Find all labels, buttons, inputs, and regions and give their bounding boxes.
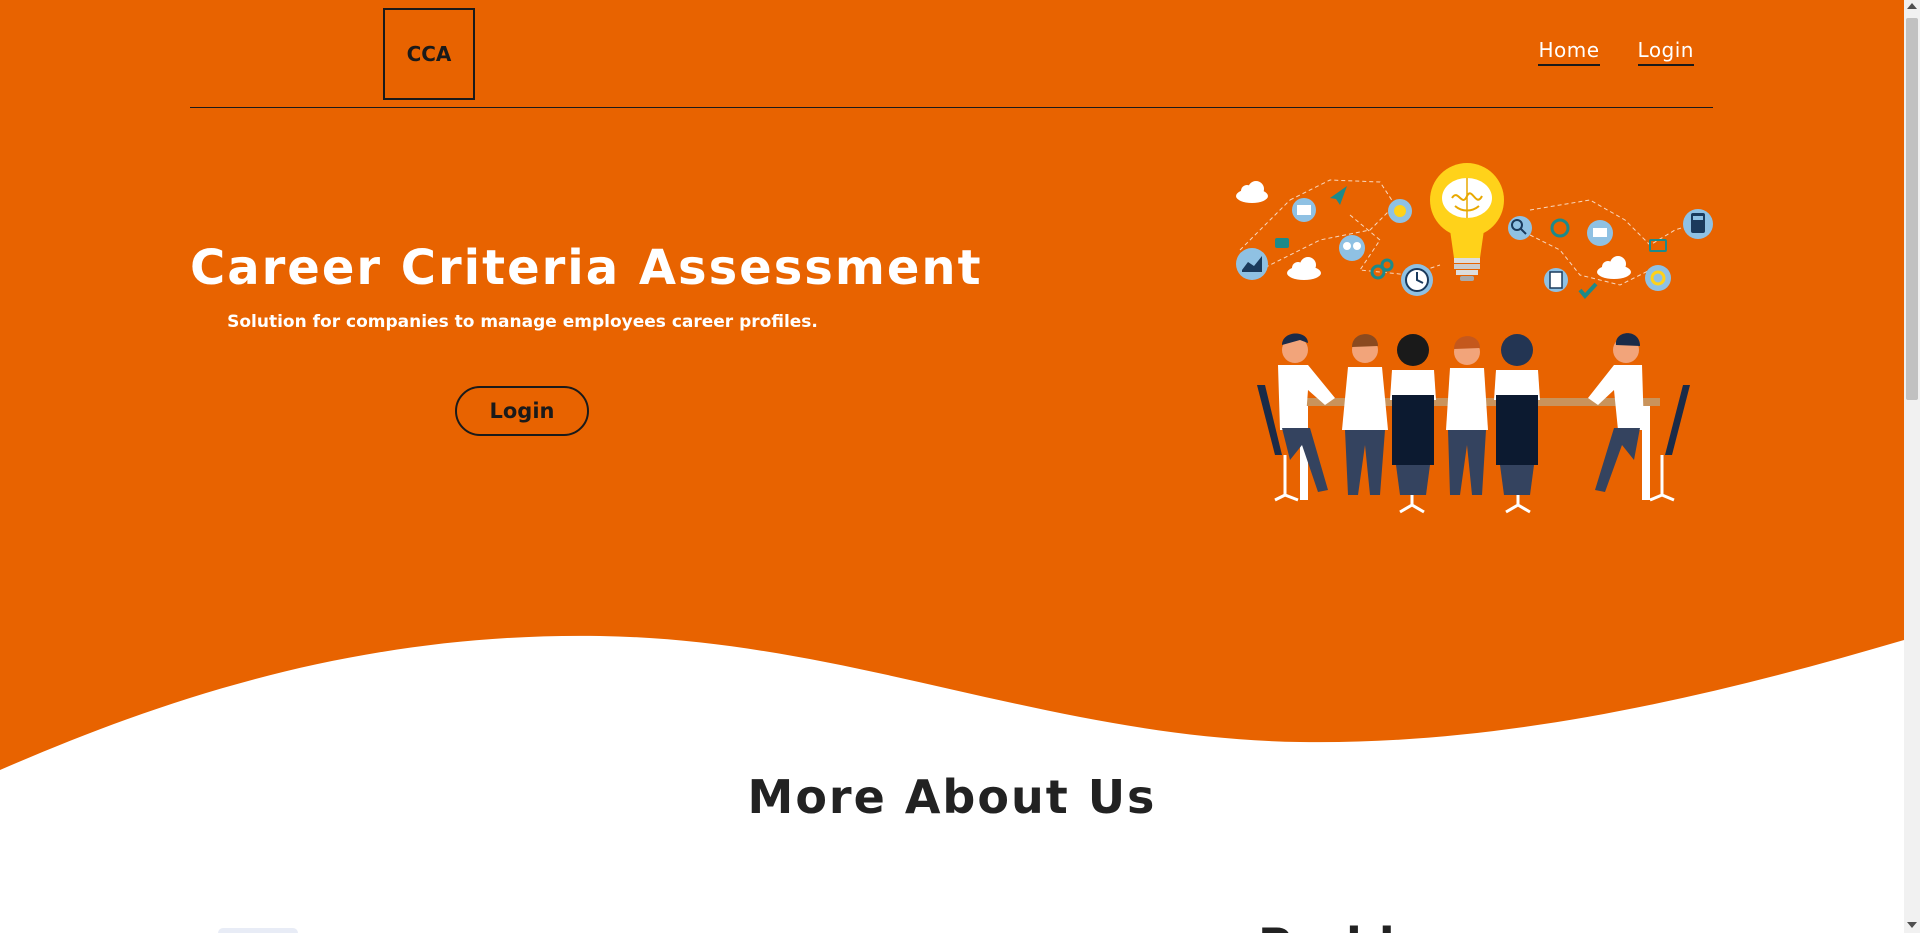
team-meeting-illustration bbox=[1236, 163, 1713, 514]
hero-title: Career Criteria Assessment bbox=[190, 240, 983, 296]
nav-link-home[interactable]: Home bbox=[1538, 38, 1600, 66]
scroll-down-arrow-icon[interactable] bbox=[1907, 922, 1917, 928]
lightbulb-icon bbox=[1430, 163, 1504, 281]
hero-login-button[interactable]: Login bbox=[455, 386, 589, 436]
about-image-peek bbox=[218, 928, 298, 933]
hero-subtitle: Solution for companies to manage employe… bbox=[227, 312, 818, 332]
hero-section: CCA Home Login Career Criteria Assessmen… bbox=[0, 0, 1904, 780]
logo-text: CCA bbox=[406, 42, 452, 66]
about-problem-heading: Problem bbox=[1258, 918, 1474, 933]
main-nav: Home Login bbox=[1538, 38, 1694, 66]
scrollbar-thumb[interactable] bbox=[1906, 18, 1918, 400]
page: CCA Home Login Career Criteria Assessmen… bbox=[0, 0, 1904, 933]
people-group bbox=[1278, 333, 1644, 495]
scroll-up-arrow-icon[interactable] bbox=[1907, 3, 1917, 9]
nav-link-login[interactable]: Login bbox=[1637, 38, 1694, 66]
logo[interactable]: CCA bbox=[383, 8, 475, 100]
more-about-us-heading: More About Us bbox=[747, 770, 1157, 824]
